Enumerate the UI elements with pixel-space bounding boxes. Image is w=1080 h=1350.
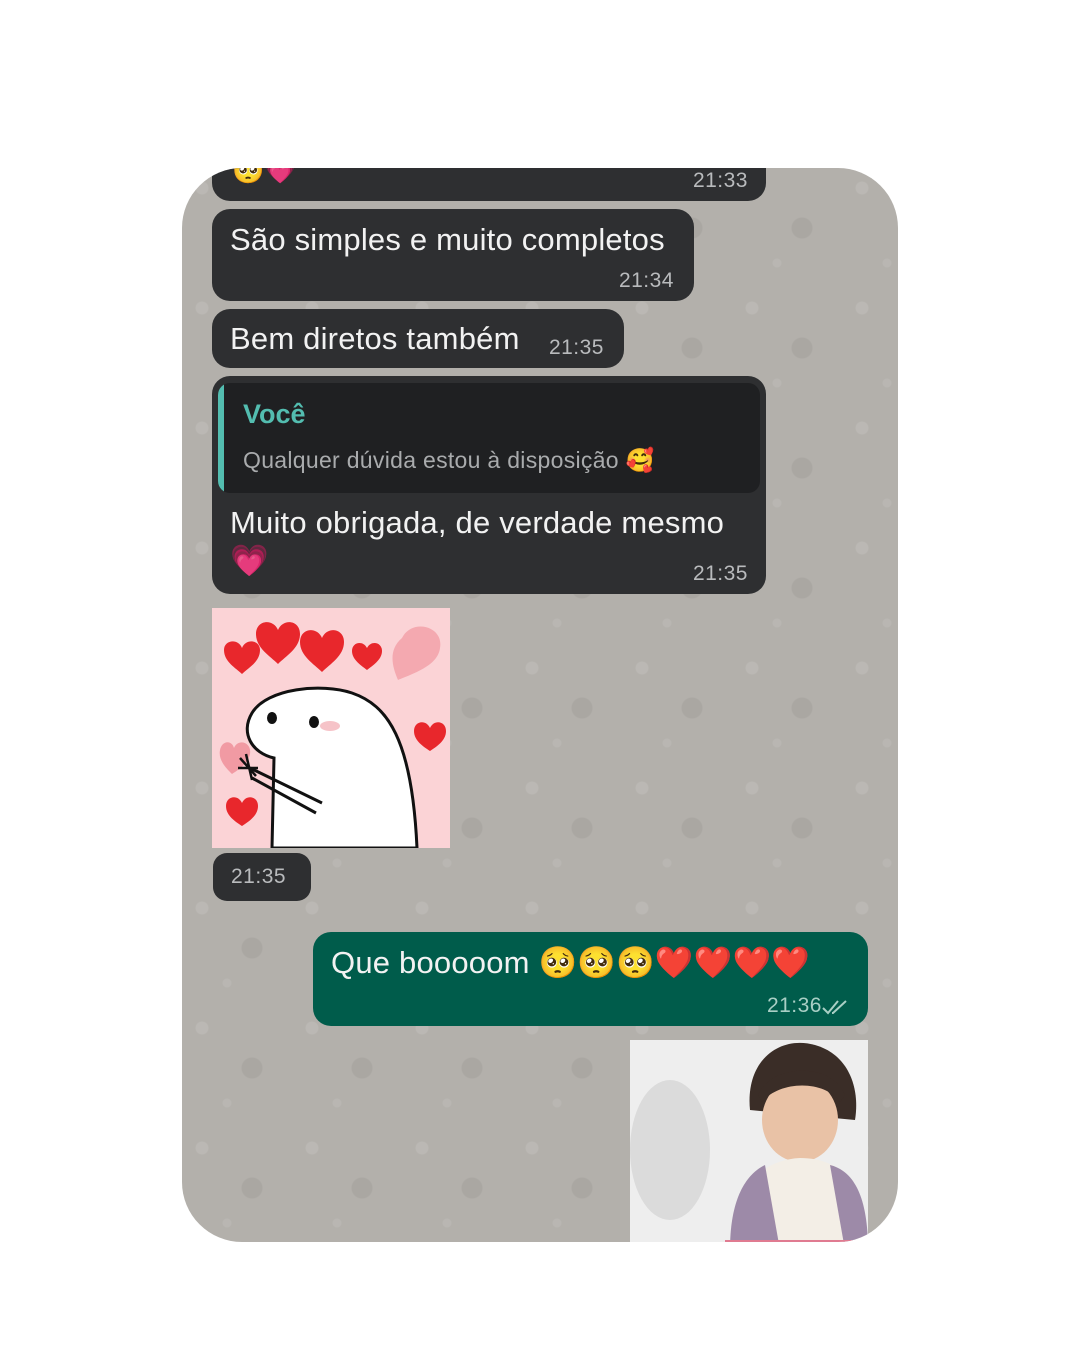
heart-icon <box>256 622 300 664</box>
message-bubble-outgoing[interactable]: Que booooom 🥺🥺🥺❤️❤️❤️❤️ 21:36 <box>313 932 868 1026</box>
heart-icon <box>300 630 344 672</box>
quote-accent-bar <box>218 383 224 493</box>
heart-icon <box>352 642 382 670</box>
message-text: Bem diretos também <box>230 321 520 356</box>
message-time: 21:36 <box>766 994 822 1017</box>
quoted-message[interactable]: Você Qualquer dúvida estou à disposição … <box>218 383 760 493</box>
outgoing-photo[interactable] <box>630 1040 868 1242</box>
double-check-icon <box>822 1000 847 1015</box>
message-time: 21:33 <box>692 169 748 192</box>
heart-icon <box>414 722 446 751</box>
message-bubble-incoming[interactable]: 🥺💗 21:33 <box>212 168 766 201</box>
flork-eye <box>267 712 277 724</box>
message-time: 21:35 <box>548 336 604 359</box>
sticker-image <box>219 622 446 848</box>
sticker-time-pill: 21:35 <box>213 853 311 901</box>
quote-author: Você <box>243 399 306 429</box>
chat-window[interactable]: 🥺💗 21:33 São simples e muito completos 2… <box>182 168 898 1242</box>
message-time: 21:35 <box>231 865 287 888</box>
heart-icon <box>224 641 260 674</box>
message-text: Muito obrigada, de verdade mesmo 💗 <box>230 505 725 578</box>
sticker-flork-hearts[interactable] <box>212 608 450 848</box>
message-time: 21:34 <box>618 269 674 292</box>
heart-icon <box>392 626 441 680</box>
flork-blush <box>320 721 340 731</box>
message-bubble-incoming[interactable]: São simples e muito completos 21:34 <box>212 209 694 301</box>
heart-icon <box>226 797 258 826</box>
message-bubble-reply[interactable]: Você Qualquer dúvida estou à disposição … <box>212 376 766 594</box>
photo-image <box>630 1040 868 1242</box>
screenshot-page: 🥺💗 21:33 São simples e muito completos 2… <box>0 0 1080 1350</box>
message-text: Que booooom 🥺🥺🥺❤️❤️❤️❤️ <box>331 945 811 980</box>
message-time: 21:35 <box>692 562 748 585</box>
message-text: São simples e muito completos <box>230 222 665 257</box>
message-emojis: 🥺💗 <box>232 168 297 186</box>
flork-hand <box>238 753 258 781</box>
quote-text: Qualquer dúvida estou à disposição 🥰 <box>243 447 655 473</box>
message-bubble-incoming[interactable]: Bem diretos também 21:35 <box>212 309 624 368</box>
flork-eye <box>309 716 319 728</box>
